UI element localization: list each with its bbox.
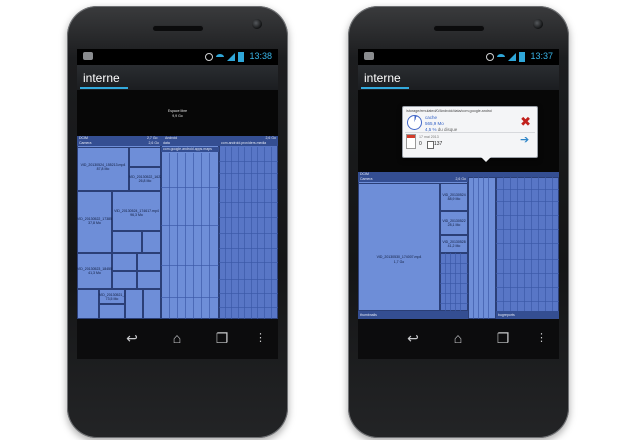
phone-frame-left: 13:38 interne Espace libre 9,9 Go DCIM A…	[67, 6, 288, 438]
status-bar: 13:38	[77, 49, 278, 65]
status-bar: 13:37	[358, 49, 559, 65]
earpiece-speaker	[153, 26, 203, 31]
screen-left: 13:38 interne Espace libre 9,9 Go DCIM A…	[77, 49, 278, 359]
popup-separator	[405, 132, 535, 133]
package-header: com.google.android.apps.maps	[161, 147, 219, 152]
other-header: com.android.providers.media	[219, 141, 278, 146]
camera-header: Camera 2,6 Go	[77, 141, 161, 146]
popup-path: /storage/emulated/0/Android/data/com.goo…	[406, 109, 492, 113]
treemap-view[interactable]: Espace libre 9,9 Go DCIM Android 2,7 Go …	[77, 90, 278, 319]
open-arrow-icon[interactable]: ➔	[520, 135, 532, 146]
file-block[interactable]	[125, 289, 143, 319]
free-space-block[interactable]: Espace libre 9,9 Go	[77, 90, 278, 136]
camera-folder[interactable]: Camera 2,6 Go VID_20130524_155213.mp4 87,…	[77, 141, 161, 319]
popup-folder-count: 0	[419, 141, 422, 147]
battery-icon	[519, 52, 525, 62]
file-block[interactable]	[142, 231, 161, 253]
alarm-icon	[205, 53, 213, 61]
file-block[interactable]: VID_20130522_173851 37,8 Mo	[77, 191, 112, 253]
phone-frame-right: 13:37 interne Espace libre 9,9 Go DCIM C…	[348, 6, 569, 438]
popup-date: 17 mai 2013	[419, 135, 439, 139]
action-bar: interne	[358, 65, 559, 90]
navigation-bar: ↩ ⌂ ❐ ⋮	[77, 319, 278, 359]
menu-icon[interactable]: ⋮	[536, 330, 547, 346]
home-icon[interactable]: ⌂	[448, 330, 468, 346]
file-block[interactable]	[112, 253, 137, 271]
file-block[interactable]: VID_20130524_174617.mp4 96,3 Mo	[112, 191, 161, 231]
notification-icon	[83, 52, 93, 60]
file-block[interactable]: VID_20130528 41,2 Mo	[440, 235, 468, 253]
recent-apps-icon[interactable]: ❐	[212, 330, 232, 346]
popup-size: 565,9 Mo	[425, 121, 444, 126]
file-block[interactable]	[112, 271, 137, 289]
battery-icon	[238, 52, 244, 62]
camera-header: Camera 2,6 Go	[358, 177, 468, 182]
back-icon[interactable]: ↩	[122, 330, 142, 346]
popup-name: cache	[425, 115, 438, 120]
alarm-icon	[486, 53, 494, 61]
file-cluster[interactable]	[440, 253, 468, 311]
android-data-folder[interactable]: data com.google.android.apps.maps	[161, 141, 219, 319]
navigation-bar: ↩ ⌂ ❐ ⋮	[358, 319, 559, 359]
signal-icon	[508, 53, 516, 61]
front-camera	[533, 19, 543, 29]
selected-cache-folder[interactable]	[468, 177, 496, 319]
file-icon	[427, 141, 434, 149]
file-block[interactable]: VID_20130521_193055 73,5 Mo	[99, 289, 125, 304]
treemap-view[interactable]: Espace libre 9,9 Go DCIM Camera2,6 Go VI…	[358, 90, 559, 319]
file-block[interactable]: VID_20130524_155213.mp4 87,8 Mo	[77, 147, 129, 191]
earpiece-speaker	[434, 26, 484, 31]
file-block[interactable]	[77, 289, 99, 319]
page-title[interactable]: interne	[364, 71, 401, 85]
data-header: data	[161, 141, 219, 146]
recent-apps-icon[interactable]: ❐	[493, 330, 513, 346]
file-block[interactable]	[137, 253, 161, 271]
file-block[interactable]: VID_20130523_184553 41,3 Mo	[77, 253, 112, 289]
status-time: 13:37	[530, 51, 553, 61]
android-other-folder[interactable]: bugreports	[496, 177, 559, 319]
wifi-icon	[497, 54, 505, 60]
camera-folder[interactable]: Camera 2,6 Go VID_20130530_174007.mp4 1,7…	[358, 177, 468, 319]
title-underline	[361, 87, 409, 89]
bugreports-label[interactable]: bugreports	[496, 311, 559, 319]
delete-icon[interactable]: ✖	[520, 115, 531, 128]
file-block[interactable]	[112, 231, 142, 253]
free-space-label: Espace libre	[167, 109, 188, 114]
action-bar: interne	[77, 65, 278, 90]
file-block[interactable]: VID_20130524 88,9 Mo	[440, 183, 468, 211]
popup-tail	[481, 157, 491, 162]
file-block[interactable]: VID_20130522_162246.mp4 26,8 Mo	[129, 167, 161, 191]
page-title[interactable]: interne	[83, 71, 120, 85]
menu-icon[interactable]: ⋮	[255, 330, 266, 346]
wifi-icon	[216, 54, 224, 60]
status-time: 13:38	[249, 51, 272, 61]
back-icon[interactable]: ↩	[403, 330, 423, 346]
screen-right: 13:37 interne Espace libre 9,9 Go DCIM C…	[358, 49, 559, 359]
popup-file-count: 137	[434, 141, 443, 147]
home-icon[interactable]: ⌂	[167, 330, 187, 346]
android-other-folder[interactable]: com.android.providers.media	[219, 141, 278, 319]
calendar-icon	[407, 135, 415, 148]
package-block[interactable]: com.google.android.apps.maps	[161, 147, 219, 319]
signal-icon	[227, 53, 235, 61]
file-block[interactable]	[99, 304, 125, 319]
dcim-label: DCIM	[79, 136, 88, 140]
title-underline	[80, 87, 128, 89]
free-space-size: 9,9 Go	[172, 113, 183, 118]
item-info-popup[interactable]: /storage/emulated/0/Android/data/com.goo…	[402, 106, 538, 162]
file-block[interactable]	[143, 289, 161, 319]
big-file-block[interactable]: VID_20130530_174007.mp4 1,7 Go	[358, 183, 440, 311]
file-block[interactable]	[137, 271, 161, 289]
thumbnails-label[interactable]: thumbnails	[358, 311, 468, 319]
file-block[interactable]	[129, 147, 161, 167]
front-camera	[252, 19, 262, 29]
file-block[interactable]: VID_20130522 28,1 Mo	[440, 211, 468, 235]
disk-usage-pie-icon	[407, 115, 422, 130]
notification-icon	[364, 52, 374, 60]
